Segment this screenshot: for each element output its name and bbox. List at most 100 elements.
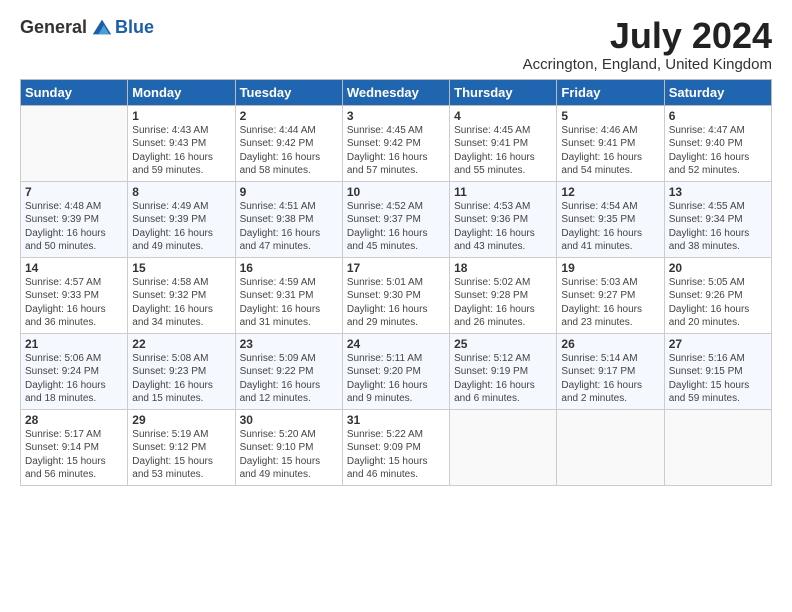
calendar-cell: 14Sunrise: 4:57 AM Sunset: 9:33 PM Dayli…	[21, 257, 128, 333]
cell-info: Sunrise: 5:05 AM Sunset: 9:26 PM Dayligh…	[669, 276, 767, 330]
cell-info: Sunrise: 4:57 AM Sunset: 9:33 PM Dayligh…	[25, 276, 123, 330]
column-header-thursday: Thursday	[450, 79, 557, 105]
day-number: 22	[132, 337, 230, 351]
cell-info: Sunrise: 4:43 AM Sunset: 9:43 PM Dayligh…	[132, 124, 230, 178]
calendar-cell: 30Sunrise: 5:20 AM Sunset: 9:10 PM Dayli…	[235, 409, 342, 485]
month-title: July 2024	[523, 16, 772, 56]
logo-general: General	[20, 17, 87, 38]
calendar-cell	[21, 105, 128, 181]
calendar-table: SundayMondayTuesdayWednesdayThursdayFrid…	[20, 79, 772, 486]
calendar-cell: 26Sunrise: 5:14 AM Sunset: 9:17 PM Dayli…	[557, 333, 664, 409]
day-number: 8	[132, 185, 230, 199]
cell-info: Sunrise: 5:20 AM Sunset: 9:10 PM Dayligh…	[240, 428, 338, 482]
day-number: 16	[240, 261, 338, 275]
cell-info: Sunrise: 5:17 AM Sunset: 9:14 PM Dayligh…	[25, 428, 123, 482]
cell-info: Sunrise: 5:01 AM Sunset: 9:30 PM Dayligh…	[347, 276, 445, 330]
day-number: 25	[454, 337, 552, 351]
cell-info: Sunrise: 4:49 AM Sunset: 9:39 PM Dayligh…	[132, 200, 230, 254]
day-number: 4	[454, 109, 552, 123]
logo-blue: Blue	[115, 17, 154, 38]
cell-info: Sunrise: 5:16 AM Sunset: 9:15 PM Dayligh…	[669, 352, 767, 406]
day-number: 19	[561, 261, 659, 275]
calendar-cell: 29Sunrise: 5:19 AM Sunset: 9:12 PM Dayli…	[128, 409, 235, 485]
day-number: 28	[25, 413, 123, 427]
logo-icon	[91, 16, 113, 38]
header: General Blue July 2024 Accrington, Engla…	[20, 16, 772, 73]
week-row-5: 28Sunrise: 5:17 AM Sunset: 9:14 PM Dayli…	[21, 409, 772, 485]
week-row-4: 21Sunrise: 5:06 AM Sunset: 9:24 PM Dayli…	[21, 333, 772, 409]
day-number: 26	[561, 337, 659, 351]
logo: General Blue	[20, 16, 154, 38]
cell-info: Sunrise: 5:19 AM Sunset: 9:12 PM Dayligh…	[132, 428, 230, 482]
day-number: 20	[669, 261, 767, 275]
calendar-cell	[450, 409, 557, 485]
cell-info: Sunrise: 5:12 AM Sunset: 9:19 PM Dayligh…	[454, 352, 552, 406]
day-number: 15	[132, 261, 230, 275]
column-header-sunday: Sunday	[21, 79, 128, 105]
cell-info: Sunrise: 5:22 AM Sunset: 9:09 PM Dayligh…	[347, 428, 445, 482]
calendar-cell: 15Sunrise: 4:58 AM Sunset: 9:32 PM Dayli…	[128, 257, 235, 333]
day-number: 30	[240, 413, 338, 427]
day-number: 11	[454, 185, 552, 199]
day-number: 12	[561, 185, 659, 199]
calendar-cell: 19Sunrise: 5:03 AM Sunset: 9:27 PM Dayli…	[557, 257, 664, 333]
column-header-tuesday: Tuesday	[235, 79, 342, 105]
column-header-monday: Monday	[128, 79, 235, 105]
calendar-cell: 13Sunrise: 4:55 AM Sunset: 9:34 PM Dayli…	[664, 181, 771, 257]
calendar-cell: 17Sunrise: 5:01 AM Sunset: 9:30 PM Dayli…	[342, 257, 449, 333]
calendar-cell: 24Sunrise: 5:11 AM Sunset: 9:20 PM Dayli…	[342, 333, 449, 409]
calendar-cell: 11Sunrise: 4:53 AM Sunset: 9:36 PM Dayli…	[450, 181, 557, 257]
title-area: July 2024 Accrington, England, United Ki…	[523, 16, 772, 73]
column-header-saturday: Saturday	[664, 79, 771, 105]
cell-info: Sunrise: 4:45 AM Sunset: 9:41 PM Dayligh…	[454, 124, 552, 178]
calendar-cell: 31Sunrise: 5:22 AM Sunset: 9:09 PM Dayli…	[342, 409, 449, 485]
day-number: 21	[25, 337, 123, 351]
calendar-cell: 6Sunrise: 4:47 AM Sunset: 9:40 PM Daylig…	[664, 105, 771, 181]
calendar-cell	[557, 409, 664, 485]
day-number: 5	[561, 109, 659, 123]
cell-info: Sunrise: 4:45 AM Sunset: 9:42 PM Dayligh…	[347, 124, 445, 178]
cell-info: Sunrise: 5:14 AM Sunset: 9:17 PM Dayligh…	[561, 352, 659, 406]
calendar-cell: 18Sunrise: 5:02 AM Sunset: 9:28 PM Dayli…	[450, 257, 557, 333]
calendar-cell: 22Sunrise: 5:08 AM Sunset: 9:23 PM Dayli…	[128, 333, 235, 409]
day-number: 7	[25, 185, 123, 199]
header-row: SundayMondayTuesdayWednesdayThursdayFrid…	[21, 79, 772, 105]
cell-info: Sunrise: 4:58 AM Sunset: 9:32 PM Dayligh…	[132, 276, 230, 330]
day-number: 10	[347, 185, 445, 199]
calendar-cell: 20Sunrise: 5:05 AM Sunset: 9:26 PM Dayli…	[664, 257, 771, 333]
calendar-cell: 9Sunrise: 4:51 AM Sunset: 9:38 PM Daylig…	[235, 181, 342, 257]
day-number: 17	[347, 261, 445, 275]
cell-info: Sunrise: 4:46 AM Sunset: 9:41 PM Dayligh…	[561, 124, 659, 178]
day-number: 23	[240, 337, 338, 351]
day-number: 1	[132, 109, 230, 123]
cell-info: Sunrise: 5:06 AM Sunset: 9:24 PM Dayligh…	[25, 352, 123, 406]
column-header-friday: Friday	[557, 79, 664, 105]
day-number: 13	[669, 185, 767, 199]
calendar-cell: 12Sunrise: 4:54 AM Sunset: 9:35 PM Dayli…	[557, 181, 664, 257]
week-row-1: 1Sunrise: 4:43 AM Sunset: 9:43 PM Daylig…	[21, 105, 772, 181]
day-number: 24	[347, 337, 445, 351]
day-number: 18	[454, 261, 552, 275]
calendar-cell: 8Sunrise: 4:49 AM Sunset: 9:39 PM Daylig…	[128, 181, 235, 257]
cell-info: Sunrise: 4:54 AM Sunset: 9:35 PM Dayligh…	[561, 200, 659, 254]
calendar-cell	[664, 409, 771, 485]
calendar-cell: 2Sunrise: 4:44 AM Sunset: 9:42 PM Daylig…	[235, 105, 342, 181]
calendar-cell: 27Sunrise: 5:16 AM Sunset: 9:15 PM Dayli…	[664, 333, 771, 409]
day-number: 3	[347, 109, 445, 123]
calendar-cell: 1Sunrise: 4:43 AM Sunset: 9:43 PM Daylig…	[128, 105, 235, 181]
cell-info: Sunrise: 4:48 AM Sunset: 9:39 PM Dayligh…	[25, 200, 123, 254]
cell-info: Sunrise: 5:02 AM Sunset: 9:28 PM Dayligh…	[454, 276, 552, 330]
calendar-cell: 7Sunrise: 4:48 AM Sunset: 9:39 PM Daylig…	[21, 181, 128, 257]
day-number: 27	[669, 337, 767, 351]
cell-info: Sunrise: 5:08 AM Sunset: 9:23 PM Dayligh…	[132, 352, 230, 406]
calendar-cell: 21Sunrise: 5:06 AM Sunset: 9:24 PM Dayli…	[21, 333, 128, 409]
calendar-cell: 4Sunrise: 4:45 AM Sunset: 9:41 PM Daylig…	[450, 105, 557, 181]
day-number: 2	[240, 109, 338, 123]
cell-info: Sunrise: 4:44 AM Sunset: 9:42 PM Dayligh…	[240, 124, 338, 178]
column-header-wednesday: Wednesday	[342, 79, 449, 105]
calendar-cell: 5Sunrise: 4:46 AM Sunset: 9:41 PM Daylig…	[557, 105, 664, 181]
day-number: 14	[25, 261, 123, 275]
cell-info: Sunrise: 4:51 AM Sunset: 9:38 PM Dayligh…	[240, 200, 338, 254]
day-number: 31	[347, 413, 445, 427]
day-number: 9	[240, 185, 338, 199]
